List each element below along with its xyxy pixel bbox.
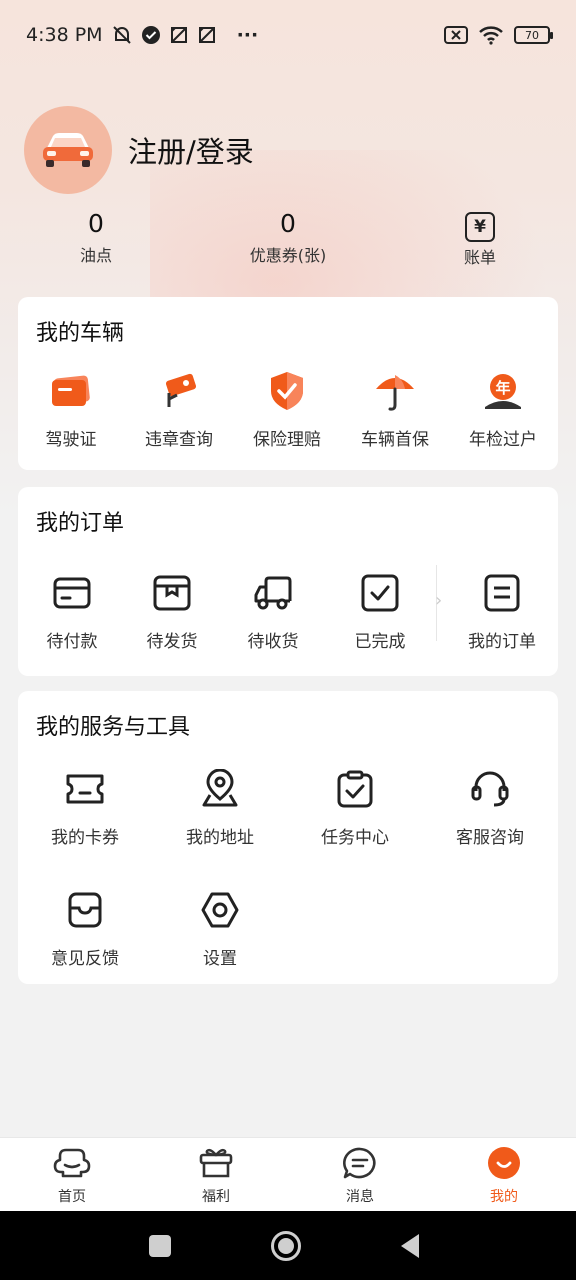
vehicle-item-violations[interactable]: 违章查询 [125, 369, 233, 450]
vehicle-item-annual-inspection[interactable]: 年 年检过户 [449, 369, 557, 450]
order-item-label: 待收货 [247, 632, 299, 652]
home-icon [53, 1148, 91, 1178]
location-pin-icon [198, 767, 242, 811]
service-item-label: 我的卡券 [51, 828, 119, 848]
bill-icon: ¥ [465, 212, 495, 242]
traffic-camera-icon [157, 369, 201, 413]
status-bar: 4:38 PM ··· 70 [0, 0, 576, 70]
my-orders-card: 我的订单 待付款 待发货 待收货 已完成 › 我的订单 [18, 487, 558, 676]
service-item-label: 我的地址 [186, 828, 254, 848]
vehicle-item-label: 保险理赔 [253, 430, 321, 450]
bill-label: 账单 [463, 248, 496, 267]
order-item-label: 我的订单 [468, 632, 536, 652]
nav-profile-label: 我的 [490, 1189, 518, 1205]
avatar[interactable] [24, 106, 112, 194]
vehicle-item-label: 违章查询 [145, 430, 213, 450]
system-nav-bar [0, 1211, 576, 1280]
vehicle-item-first-maintenance[interactable]: 车辆首保 [341, 369, 449, 450]
annual-glyph: 年 [495, 378, 511, 397]
license-card-icon [49, 369, 93, 413]
my-vehicles-card: 我的车辆 驾驶证 违章查询 保险理赔 车辆首保 年 年检过户 [18, 297, 558, 470]
back-button[interactable] [399, 1233, 421, 1259]
app-notification-icon [170, 27, 187, 43]
oil-points-value: 0 [88, 209, 104, 238]
service-item-label: 设置 [203, 949, 237, 969]
service-item-label: 客服咨询 [456, 828, 524, 848]
nav-messages[interactable]: 消息 [310, 1146, 410, 1206]
vehicle-item-label: 驾驶证 [45, 430, 97, 450]
profile-header[interactable]: 注册/登录 [24, 106, 254, 194]
nav-profile[interactable]: 我的 [454, 1146, 554, 1206]
profile-icon [488, 1147, 520, 1179]
clipboard-check-icon [333, 767, 377, 811]
order-item-all-orders[interactable]: 我的订单 [448, 571, 556, 652]
bill-stat[interactable]: ¥ 账单 [415, 208, 545, 268]
status-time: 4:38 PM [26, 24, 103, 46]
services-title: 我的服务与工具 [36, 715, 191, 740]
app-notification-icon-2 [198, 27, 215, 43]
oil-points-label: 油点 [79, 246, 112, 265]
feedback-icon [63, 888, 107, 932]
nav-benefits-label: 福利 [202, 1189, 230, 1205]
home-button[interactable] [271, 1231, 301, 1261]
gift-icon [199, 1148, 233, 1178]
vehicle-item-label: 年检过户 [469, 430, 537, 450]
services-tools-card: 我的服务与工具 我的卡券 我的地址 任务中心 客服咨询 意见反馈 设置 [18, 691, 558, 984]
ticket-icon [63, 767, 107, 811]
service-item-settings[interactable]: 设置 [166, 888, 274, 969]
battery-icon: 70 [514, 26, 553, 44]
vehicle-item-insurance[interactable]: 保险理赔 [233, 369, 341, 450]
nav-benefits[interactable]: 福利 [166, 1146, 266, 1206]
order-item-pending-shipment[interactable]: 待发货 [118, 571, 226, 652]
check-circle-icon [141, 26, 160, 44]
car-avatar-icon [43, 133, 93, 167]
coupons-stat[interactable]: 0 优惠券(张) [223, 208, 353, 266]
headset-icon [468, 767, 512, 811]
service-item-task-center[interactable]: 任务中心 [301, 767, 409, 848]
checkbox-icon [358, 571, 402, 615]
wifi-icon [479, 26, 503, 45]
oil-points-stat[interactable]: 0 油点 [31, 208, 161, 266]
bottom-nav: 首页 福利 消息 我的 [0, 1137, 576, 1211]
chevron-right-icon: › [435, 590, 443, 611]
box-icon [150, 571, 194, 615]
truck-icon [251, 571, 295, 615]
service-item-feedback[interactable]: 意见反馈 [31, 888, 139, 969]
settings-hex-icon [198, 888, 242, 932]
home-button-dot [278, 1238, 294, 1254]
nav-messages-label: 消息 [346, 1189, 374, 1205]
stats-row: 0 油点 0 优惠券(张) ¥ 账单 [0, 208, 576, 278]
shield-check-icon [265, 369, 309, 413]
coupons-value: 0 [280, 209, 296, 238]
order-item-pending-receipt[interactable]: 待收货 [219, 571, 327, 652]
vehicles-title: 我的车辆 [36, 321, 125, 346]
order-item-pending-payment[interactable]: 待付款 [18, 571, 126, 652]
service-item-address[interactable]: 我的地址 [166, 767, 274, 848]
vehicle-item-label: 车辆首保 [361, 430, 429, 450]
message-icon [343, 1147, 376, 1179]
orders-title: 我的订单 [36, 511, 125, 536]
order-item-completed[interactable]: 已完成 [326, 571, 434, 652]
order-item-label: 已完成 [354, 632, 406, 652]
nav-home[interactable]: 首页 [22, 1146, 122, 1206]
more-notifications-icon: ··· [236, 24, 259, 46]
login-register-link[interactable]: 注册/登录 [128, 129, 254, 171]
annual-inspection-icon: 年 [481, 369, 525, 413]
battery-level: 70 [525, 28, 539, 42]
mute-alarm-icon [112, 26, 131, 44]
umbrella-icon [373, 369, 417, 413]
service-item-cards[interactable]: 我的卡券 [31, 767, 139, 848]
coupons-label: 优惠券(张) [249, 246, 327, 265]
service-item-label: 意见反馈 [51, 949, 119, 969]
order-item-label: 待付款 [46, 632, 98, 652]
service-item-customer-service[interactable]: 客服咨询 [436, 767, 544, 848]
service-item-label: 任务中心 [321, 828, 389, 848]
vehicle-item-license[interactable]: 驾驶证 [17, 369, 125, 450]
nav-home-label: 首页 [58, 1189, 86, 1205]
recent-apps-button[interactable] [149, 1235, 171, 1257]
order-list-icon [480, 571, 524, 615]
no-sim-icon [444, 26, 468, 44]
order-item-label: 待发货 [146, 632, 198, 652]
wallet-icon [50, 571, 94, 615]
